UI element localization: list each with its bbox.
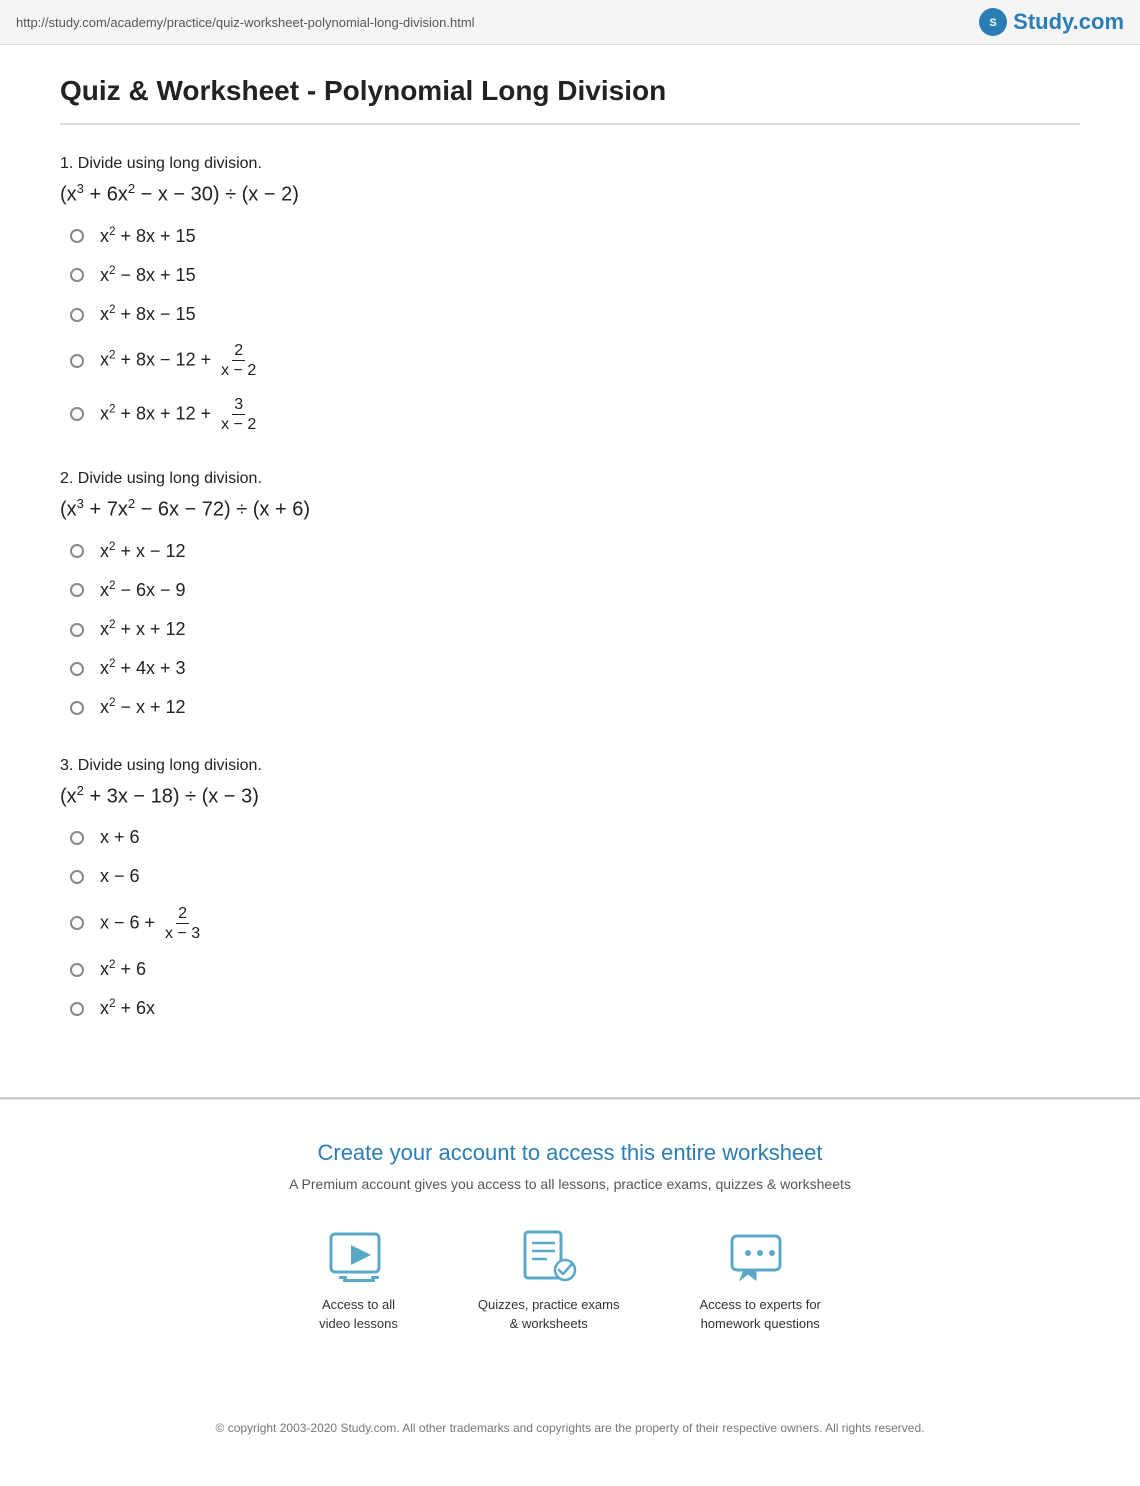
cta-section: Create your account to access this entir… [0,1099,1140,1402]
experts-icon [728,1228,792,1284]
radio-q1b[interactable] [70,268,84,282]
quizzes-icon [517,1228,581,1284]
url-text: http://study.com/academy/practice/quiz-w… [16,15,475,30]
question-3: 3. Divide using long division. (x2 + 3x … [60,757,1080,1022]
question-3-label: 3. Divide using long division. [60,757,1080,775]
choice-q3a[interactable]: x + 6 [70,825,1080,850]
question-1-expression: (x3 + 6x2 − x − 30) ÷ (x − 2) [60,179,1080,210]
url-bar: http://study.com/academy/practice/quiz-w… [0,0,1140,45]
video-icon [327,1228,391,1284]
feature-experts-label: Access to experts forhomework questions [700,1296,821,1332]
features-list: Access to allvideo lessons Quizzes, prac… [60,1228,1080,1332]
choice-q2b-text: x2 − 6x − 9 [100,578,186,603]
logo-text: Study.com [1013,9,1124,35]
choice-q1d[interactable]: x2 + 8x − 12 + 2x − 2 [70,341,1080,380]
feature-video: Access to allvideo lessons [319,1228,398,1332]
question-1: 1. Divide using long division. (x3 + 6x2… [60,155,1080,434]
page-title: Quiz & Worksheet - Polynomial Long Divis… [60,75,1080,125]
choice-q2c[interactable]: x2 + x + 12 [70,617,1080,642]
choice-q1e[interactable]: x2 + 8x + 12 + 3x − 2 [70,395,1080,434]
radio-q2d[interactable] [70,662,84,676]
choice-q2b[interactable]: x2 − 6x − 9 [70,578,1080,603]
radio-q3d[interactable] [70,963,84,977]
radio-q2c[interactable] [70,623,84,637]
footer: © copyright 2003-2020 Study.com. All oth… [0,1403,1140,1462]
radio-q3a[interactable] [70,831,84,845]
question-2-label: 2. Divide using long division. [60,470,1080,488]
radio-q2e[interactable] [70,701,84,715]
question-2-expression: (x3 + 7x2 − 6x − 72) ÷ (x + 6) [60,494,1080,525]
choice-q2c-text: x2 + x + 12 [100,617,186,642]
choice-q3d-text: x2 + 6 [100,957,146,982]
radio-q3e[interactable] [70,1002,84,1016]
choice-q1b-text: x2 − 8x + 15 [100,263,196,288]
feature-experts: Access to experts forhomework questions [700,1228,821,1332]
choice-q1b[interactable]: x2 − 8x + 15 [70,263,1080,288]
radio-q1c[interactable] [70,308,84,322]
choice-q1d-text: x2 + 8x − 12 + 2x − 2 [100,341,261,380]
choice-q2a[interactable]: x2 + x − 12 [70,539,1080,564]
choice-q3b[interactable]: x − 6 [70,864,1080,889]
cta-title: Create your account to access this entir… [60,1140,1080,1166]
choice-q1c[interactable]: x2 + 8x − 15 [70,302,1080,327]
question-3-expression: (x2 + 3x − 18) ÷ (x − 3) [60,781,1080,812]
radio-q3c[interactable] [70,916,84,930]
footer-text: © copyright 2003-2020 Study.com. All oth… [216,1421,925,1435]
choice-q2e[interactable]: x2 − x + 12 [70,695,1080,720]
radio-q1a[interactable] [70,229,84,243]
feature-quizzes-label: Quizzes, practice exams& worksheets [478,1296,620,1332]
choice-q3a-text: x + 6 [100,825,140,850]
radio-q1d[interactable] [70,354,84,368]
choice-q1a-text: x2 + 8x + 15 [100,224,196,249]
choice-q2d[interactable]: x2 + 4x + 3 [70,656,1080,681]
choice-q2e-text: x2 − x + 12 [100,695,186,720]
choice-q2a-text: x2 + x − 12 [100,539,186,564]
question-3-choices: x + 6 x − 6 x − 6 + 2x − 3 x2 + 6 x2 + 6… [60,825,1080,1021]
question-2: 2. Divide using long division. (x3 + 7x2… [60,470,1080,721]
choice-q1c-text: x2 + 8x − 15 [100,302,196,327]
cta-subtitle: A Premium account gives you access to al… [60,1176,1080,1192]
choice-q3d[interactable]: x2 + 6 [70,957,1080,982]
question-1-label: 1. Divide using long division. [60,155,1080,173]
logo-area: S Study.com [979,8,1124,36]
choice-q1e-text: x2 + 8x + 12 + 3x − 2 [100,395,261,434]
choice-q3e[interactable]: x2 + 6x [70,996,1080,1021]
question-2-choices: x2 + x − 12 x2 − 6x − 9 x2 + x + 12 x2 +… [60,539,1080,721]
radio-q3b[interactable] [70,870,84,884]
choice-q3c[interactable]: x − 6 + 2x − 3 [70,904,1080,943]
feature-quizzes: Quizzes, practice exams& worksheets [478,1228,620,1332]
study-logo-icon: S [979,8,1007,36]
choice-q3c-text: x − 6 + 2x − 3 [100,904,205,943]
main-content: Quiz & Worksheet - Polynomial Long Divis… [0,45,1140,1099]
choice-q1a[interactable]: x2 + 8x + 15 [70,224,1080,249]
feature-video-label: Access to allvideo lessons [319,1296,398,1332]
radio-q2b[interactable] [70,583,84,597]
radio-q2a[interactable] [70,544,84,558]
question-1-choices: x2 + 8x + 15 x2 − 8x + 15 x2 + 8x − 15 x… [60,224,1080,434]
choice-q2d-text: x2 + 4x + 3 [100,656,186,681]
choice-q3b-text: x − 6 [100,864,140,889]
svg-text:S: S [990,17,997,29]
radio-q1e[interactable] [70,407,84,421]
choice-q3e-text: x2 + 6x [100,996,155,1021]
